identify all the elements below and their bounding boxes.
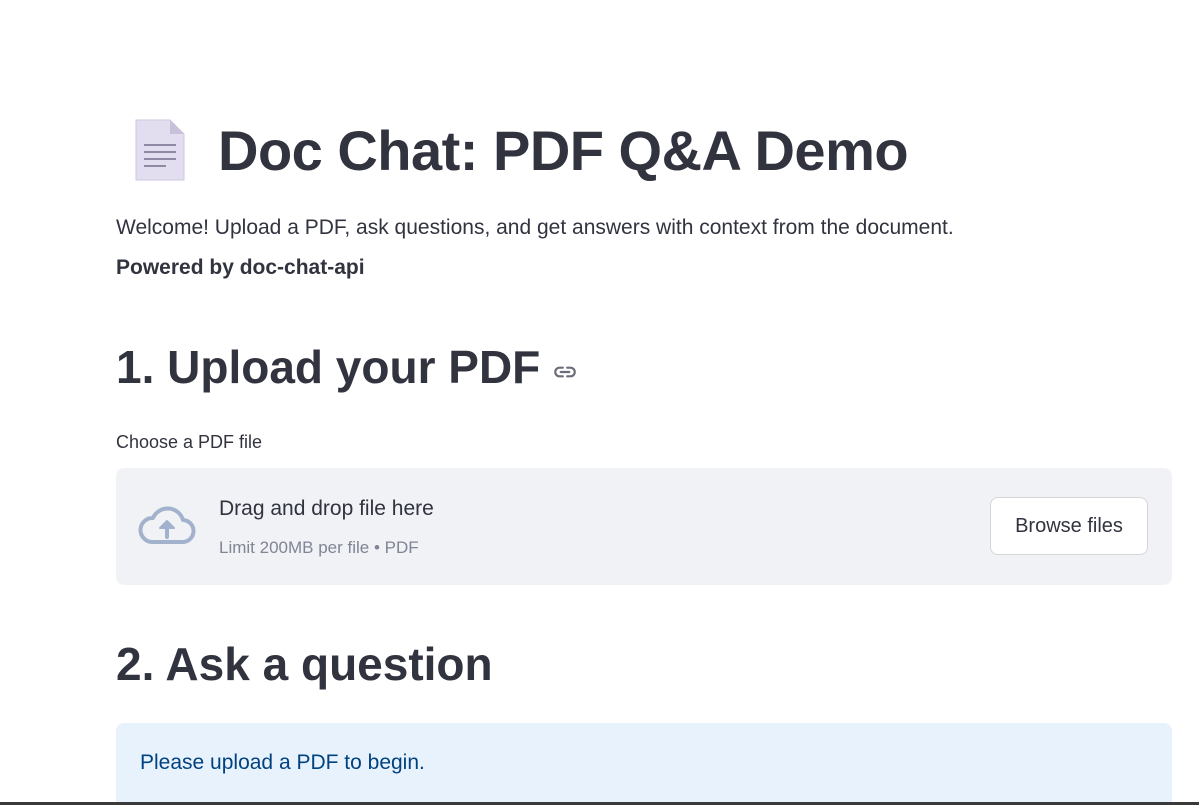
ask-section-heading: 2. Ask a question: [116, 638, 493, 690]
cloud-upload-icon: [138, 506, 196, 544]
browse-files-button[interactable]: Browse files: [990, 497, 1148, 555]
page-header: Doc Chat: PDF Q&A Demo: [132, 108, 909, 192]
file-dropzone[interactable]: Drag and drop file here Limit 200MB per …: [116, 468, 1172, 585]
page-title: Doc Chat: PDF Q&A Demo: [218, 118, 909, 182]
dropzone-limit-text: Limit 200MB per file • PDF: [219, 538, 419, 557]
welcome-text: Welcome! Upload a PDF, ask questions, an…: [116, 216, 954, 239]
info-alert: Please upload a PDF to begin.: [116, 723, 1172, 805]
powered-by-text: Powered by doc-chat-api: [116, 256, 365, 279]
upload-heading-text: 1. Upload your PDF: [116, 341, 541, 393]
file-uploader-label: Choose a PDF file: [116, 432, 263, 452]
dropzone-instructions: Drag and drop file here: [219, 497, 434, 520]
link-icon[interactable]: [552, 359, 578, 385]
upload-section-heading: 1. Upload your PDF: [116, 340, 578, 394]
info-alert-text: Please upload a PDF to begin.: [140, 751, 425, 774]
document-icon: [135, 119, 185, 181]
app-page: Doc Chat: PDF Q&A Demo Welcome! Upload a…: [0, 0, 1199, 805]
